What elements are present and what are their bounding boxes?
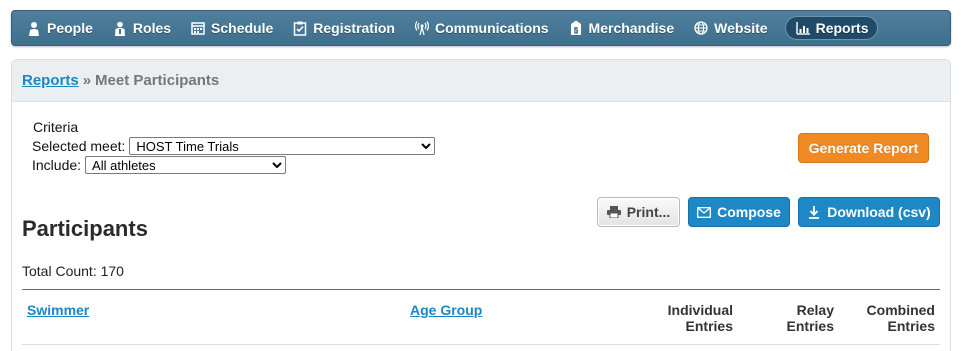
compose-button[interactable]: Compose xyxy=(688,197,790,227)
broadcast-icon xyxy=(414,20,430,36)
print-label: Print... xyxy=(626,204,671,220)
breadcrumb-reports-link[interactable]: Reports xyxy=(22,72,79,89)
combined-entries-line-1: Combined xyxy=(866,302,935,318)
report-panel: Reports » Meet Participants Criteria Sel… xyxy=(11,59,951,351)
download-csv-button[interactable]: Download (csv) xyxy=(798,197,940,227)
combined-entries-line-2: Entries xyxy=(887,318,935,334)
include-select[interactable]: All athletes xyxy=(85,155,287,174)
relay-entries-column-header: Relay Entries xyxy=(752,302,834,334)
nav-item-website[interactable]: Website xyxy=(693,16,776,40)
globe-icon xyxy=(693,20,709,36)
nav-item-label: Merchandise xyxy=(588,20,675,36)
nav-item-merchandise[interactable]: $ Merchandise xyxy=(568,16,684,40)
age-group-column-header[interactable]: Age Group xyxy=(410,302,482,318)
selected-meet-select[interactable]: HOST Time Trials xyxy=(129,136,436,155)
total-count: Total Count: 170 xyxy=(22,263,124,279)
download-icon xyxy=(807,205,821,219)
nav-item-label: Roles xyxy=(132,20,172,36)
relay-entries-line-2: Entries xyxy=(786,318,834,334)
printer-icon xyxy=(606,205,621,219)
table-top-divider xyxy=(22,289,940,290)
nav-item-label: People xyxy=(47,20,93,36)
print-button[interactable]: Print... xyxy=(597,197,680,227)
swimmer-column-header[interactable]: Swimmer xyxy=(27,302,89,318)
nav-item-roles[interactable]: Roles xyxy=(112,16,180,40)
nav-item-label: Schedule xyxy=(211,20,274,36)
nav-item-reports[interactable]: Reports xyxy=(784,16,879,40)
roles-icon xyxy=(112,20,128,36)
breadcrumb-separator: » xyxy=(82,72,92,89)
selected-meet-label: Selected meet: xyxy=(32,137,126,154)
nav-item-label: Communications xyxy=(434,20,549,36)
nav-item-label: Registration xyxy=(313,20,395,36)
nav-item-label: Website xyxy=(714,20,768,36)
individual-entries-line-1: Individual xyxy=(667,302,733,318)
person-icon xyxy=(26,20,42,36)
include-label: Include: xyxy=(32,156,82,173)
clipboard-check-icon xyxy=(292,20,308,36)
generate-report-label: Generate Report xyxy=(808,140,919,156)
criteria-title: Criteria xyxy=(33,118,79,135)
breadcrumb: Reports » Meet Participants xyxy=(12,60,950,102)
envelope-icon xyxy=(697,205,712,219)
generate-report-button[interactable]: Generate Report xyxy=(798,133,929,163)
calendar-icon xyxy=(190,20,206,36)
nav-item-label: Reports xyxy=(815,20,869,36)
combined-entries-column-header: Combined Entries xyxy=(834,302,935,334)
svg-text:$: $ xyxy=(573,26,578,35)
bar-chart-icon xyxy=(795,20,811,36)
top-nav: People Roles Schedule Registration Commu… xyxy=(11,10,951,46)
price-tag-icon: $ xyxy=(568,20,584,36)
relay-entries-line-1: Relay xyxy=(796,302,834,318)
nav-item-communications[interactable]: Communications xyxy=(414,16,558,40)
individual-entries-line-2: Entries xyxy=(685,318,733,334)
table-header-divider xyxy=(22,344,940,345)
nav-item-schedule[interactable]: Schedule xyxy=(190,16,282,40)
nav-item-people[interactable]: People xyxy=(26,16,102,40)
individual-entries-column-header: Individual Entries xyxy=(632,302,733,334)
compose-label: Compose xyxy=(717,204,781,220)
nav-item-registration[interactable]: Registration xyxy=(292,16,404,40)
download-csv-label: Download (csv) xyxy=(827,204,931,220)
participants-heading: Participants xyxy=(22,216,148,241)
breadcrumb-current: Meet Participants xyxy=(95,72,220,89)
criteria-form: Criteria Selected meet: HOST Time Trials… xyxy=(32,117,436,174)
